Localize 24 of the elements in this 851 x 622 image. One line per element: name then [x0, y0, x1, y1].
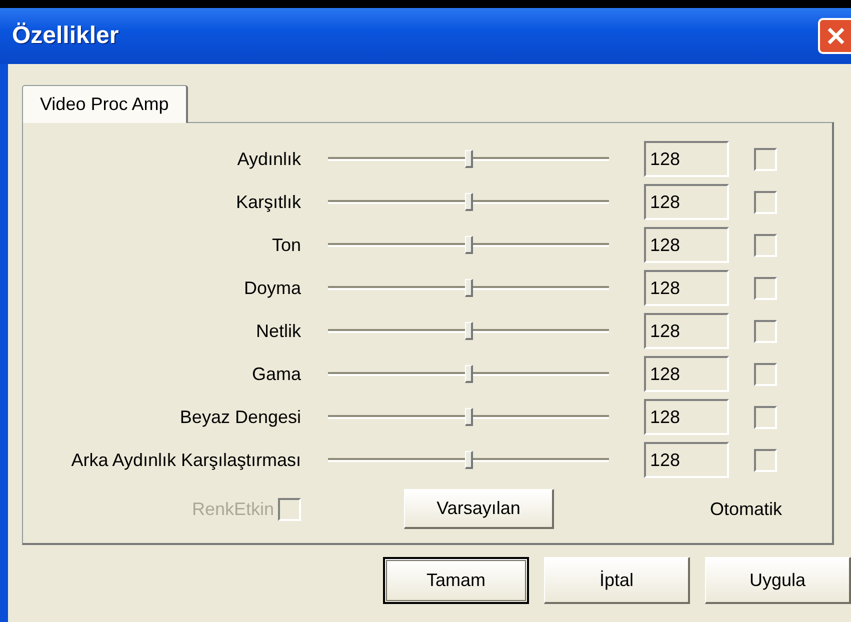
value-field[interactable]: 128: [644, 399, 729, 435]
dialog-button[interactable]: Uygula: [705, 557, 851, 604]
value-field[interactable]: 128: [644, 270, 729, 306]
value-field[interactable]: 128: [644, 356, 729, 392]
slider-label: Karşıtlık: [234, 192, 301, 212]
checkbox-label: RenkEtkin: [192, 498, 274, 520]
slider-label: Gama: [250, 364, 301, 384]
value-field[interactable]: 128: [644, 313, 729, 349]
column-label: Otomatik: [710, 499, 782, 521]
value-field[interactable]: 128: [644, 227, 729, 263]
slider-label: Netlik: [254, 320, 301, 342]
defaults-button[interactable]: Varsayılan: [404, 489, 554, 529]
dialog-button[interactable]: Tamam: [383, 557, 529, 604]
value-field[interactable]: 128: [644, 184, 729, 220]
value-field[interactable]: 128: [644, 141, 729, 177]
slider-label: Aydınlık: [236, 148, 301, 170]
slider-label: Doyma: [242, 278, 301, 298]
tab[interactable]: Video Proc Amp: [22, 85, 188, 123]
value-field[interactable]: 128: [644, 442, 729, 478]
dialog-button[interactable]: İptal: [544, 557, 690, 604]
slider-label: Beyaz Dengesi: [178, 406, 301, 428]
slider-label: Ton: [270, 234, 301, 256]
window-title: Özellikler: [12, 22, 119, 50]
slider-label: Arka Aydınlık Karşılaştırması: [70, 450, 301, 470]
